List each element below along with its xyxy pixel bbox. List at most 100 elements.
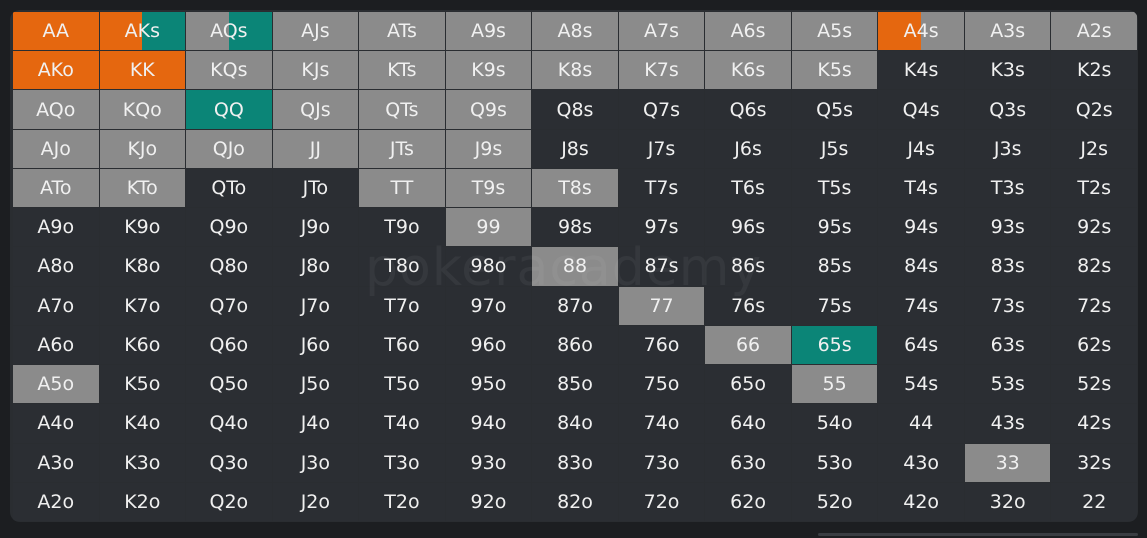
hand-cell-AJo[interactable]: AJo	[13, 129, 99, 168]
hand-cell-QJs[interactable]: QJs	[272, 90, 359, 129]
hand-cell-J7s[interactable]: J7s	[618, 129, 705, 168]
hand-cell-T3s[interactable]: T3s	[964, 168, 1051, 208]
hand-cell-62o[interactable]: 62o	[705, 482, 791, 521]
hand-cell-76s[interactable]: 76s	[705, 286, 791, 325]
hand-cell-K7s[interactable]: K7s	[618, 51, 705, 90]
hand-cell-94s[interactable]: 94s	[878, 208, 964, 247]
hand-cell-53s[interactable]: 53s	[964, 365, 1051, 404]
hand-cell-T4s[interactable]: T4s	[878, 168, 964, 208]
hand-cell-74o[interactable]: 74o	[618, 404, 705, 443]
hand-cell-K3o[interactable]: K3o	[99, 443, 186, 482]
hand-cell-42s[interactable]: 42s	[1051, 404, 1137, 443]
hand-cell-KQs[interactable]: KQs	[186, 51, 272, 90]
hand-cell-JJ[interactable]: JJ	[272, 129, 359, 168]
hand-cell-32o[interactable]: 32o	[964, 482, 1051, 521]
hand-cell-87o[interactable]: 87o	[532, 286, 618, 325]
hand-cell-52o[interactable]: 52o	[791, 482, 878, 521]
hand-cell-42o[interactable]: 42o	[878, 482, 964, 521]
hand-cell-84s[interactable]: 84s	[878, 247, 964, 286]
hand-cell-T5o[interactable]: T5o	[359, 365, 445, 404]
hand-cell-87s[interactable]: 87s	[618, 247, 705, 286]
hand-cell-T6o[interactable]: T6o	[359, 325, 445, 365]
hand-cell-K8o[interactable]: K8o	[99, 247, 186, 286]
hand-cell-32s[interactable]: 32s	[1051, 443, 1137, 482]
hand-cell-J2s[interactable]: J2s	[1051, 129, 1137, 168]
hand-cell-AQo[interactable]: AQo	[13, 90, 99, 129]
hand-cell-T4o[interactable]: T4o	[359, 404, 445, 443]
hand-cell-TT[interactable]: TT	[359, 168, 445, 208]
hand-cell-62s[interactable]: 62s	[1051, 325, 1137, 365]
hand-cell-J2o[interactable]: J2o	[272, 482, 359, 521]
hand-cell-KK[interactable]: KK	[99, 51, 186, 90]
hand-cell-J9s[interactable]: J9s	[445, 129, 532, 168]
hand-cell-99[interactable]: 99	[445, 208, 532, 247]
hand-cell-A4s[interactable]: A4s	[878, 12, 964, 51]
hand-cell-Q4s[interactable]: Q4s	[878, 90, 964, 129]
hand-cell-A7s[interactable]: A7s	[618, 12, 705, 51]
hand-cell-AA[interactable]: AA	[13, 12, 99, 51]
hand-cell-Q8o[interactable]: Q8o	[186, 247, 272, 286]
hand-cell-J3o[interactable]: J3o	[272, 443, 359, 482]
hand-cell-64s[interactable]: 64s	[878, 325, 964, 365]
hand-cell-Q9s[interactable]: Q9s	[445, 90, 532, 129]
hand-cell-A5s[interactable]: A5s	[791, 12, 878, 51]
hand-cell-K5o[interactable]: K5o	[99, 365, 186, 404]
hand-cell-A2o[interactable]: A2o	[13, 482, 99, 521]
hand-cell-A6o[interactable]: A6o	[13, 325, 99, 365]
hand-cell-AKs[interactable]: AKs	[99, 12, 186, 51]
hand-cell-K2s[interactable]: K2s	[1051, 51, 1137, 90]
hand-cell-54s[interactable]: 54s	[878, 365, 964, 404]
hand-cell-98s[interactable]: 98s	[532, 208, 618, 247]
hand-cell-73o[interactable]: 73o	[618, 443, 705, 482]
hand-cell-Q4o[interactable]: Q4o	[186, 404, 272, 443]
hand-cell-Q9o[interactable]: Q9o	[186, 208, 272, 247]
hand-cell-66[interactable]: 66	[705, 325, 791, 365]
hand-cell-J5o[interactable]: J5o	[272, 365, 359, 404]
hand-cell-94o[interactable]: 94o	[445, 404, 532, 443]
hand-cell-72o[interactable]: 72o	[618, 482, 705, 521]
hand-cell-J9o[interactable]: J9o	[272, 208, 359, 247]
hand-cell-ATs[interactable]: ATs	[359, 12, 445, 51]
hand-cell-A6s[interactable]: A6s	[705, 12, 791, 51]
hand-cell-QQ[interactable]: QQ	[186, 90, 272, 129]
hand-cell-J4o[interactable]: J4o	[272, 404, 359, 443]
hand-cell-T6s[interactable]: T6s	[705, 168, 791, 208]
hand-cell-Q7o[interactable]: Q7o	[186, 286, 272, 325]
hand-cell-65o[interactable]: 65o	[705, 365, 791, 404]
hand-cell-88[interactable]: 88	[532, 247, 618, 286]
hand-cell-44[interactable]: 44	[878, 404, 964, 443]
hand-cell-JTs[interactable]: JTs	[359, 129, 445, 168]
hand-cell-55[interactable]: 55	[791, 365, 878, 404]
hand-cell-A8o[interactable]: A8o	[13, 247, 99, 286]
hand-cell-96o[interactable]: 96o	[445, 325, 532, 365]
hand-cell-95o[interactable]: 95o	[445, 365, 532, 404]
hand-cell-53o[interactable]: 53o	[791, 443, 878, 482]
hand-cell-84o[interactable]: 84o	[532, 404, 618, 443]
hand-cell-Q6o[interactable]: Q6o	[186, 325, 272, 365]
hand-cell-63s[interactable]: 63s	[964, 325, 1051, 365]
hand-cell-63o[interactable]: 63o	[705, 443, 791, 482]
hand-cell-Q5s[interactable]: Q5s	[791, 90, 878, 129]
hand-cell-T8s[interactable]: T8s	[532, 168, 618, 208]
hand-cell-Q3o[interactable]: Q3o	[186, 443, 272, 482]
scrollbar[interactable]	[818, 533, 1138, 536]
hand-cell-A9o[interactable]: A9o	[13, 208, 99, 247]
hand-cell-75s[interactable]: 75s	[791, 286, 878, 325]
hand-cell-T8o[interactable]: T8o	[359, 247, 445, 286]
hand-cell-K4s[interactable]: K4s	[878, 51, 964, 90]
hand-cell-J7o[interactable]: J7o	[272, 286, 359, 325]
hand-cell-T2s[interactable]: T2s	[1051, 168, 1137, 208]
hand-cell-54o[interactable]: 54o	[791, 404, 878, 443]
hand-cell-A5o[interactable]: A5o	[13, 365, 99, 404]
hand-cell-ATo[interactable]: ATo	[13, 168, 99, 208]
hand-cell-T7s[interactable]: T7s	[618, 168, 705, 208]
hand-cell-65s[interactable]: 65s	[791, 325, 878, 365]
hand-cell-98o[interactable]: 98o	[445, 247, 532, 286]
hand-cell-97s[interactable]: 97s	[618, 208, 705, 247]
hand-cell-JTo[interactable]: JTo	[272, 168, 359, 208]
hand-cell-J6s[interactable]: J6s	[705, 129, 791, 168]
hand-cell-QJo[interactable]: QJo	[186, 129, 272, 168]
hand-cell-K4o[interactable]: K4o	[99, 404, 186, 443]
hand-cell-KTo[interactable]: KTo	[99, 168, 186, 208]
hand-cell-Q6s[interactable]: Q6s	[705, 90, 791, 129]
